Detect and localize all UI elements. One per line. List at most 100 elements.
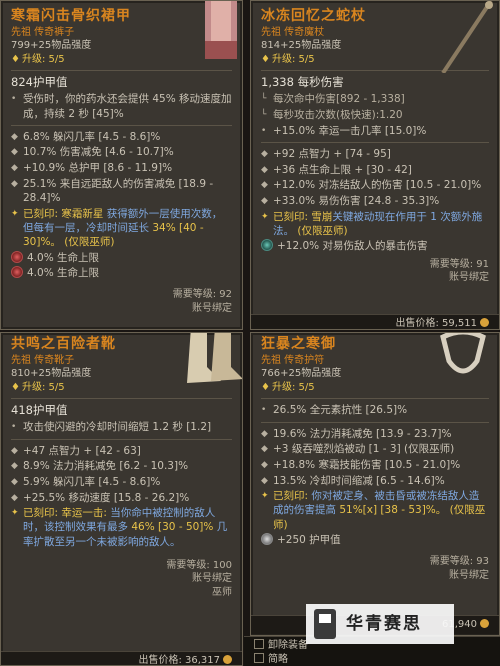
bullet-icon: ◆ — [261, 180, 268, 191]
affix-row: ◆ 5.9% 躲闪几率 [4.5 - 8.6]% — [11, 475, 161, 488]
bullet-icon: ◆ — [11, 147, 18, 158]
bullet-icon: ◆ — [11, 163, 18, 174]
bullet-icon: • — [11, 422, 17, 433]
emerald-gem-icon — [261, 239, 273, 252]
star-icon: ✦ — [261, 211, 269, 222]
affix-row: ◆ +36 点生命上限 + [30 - 42] — [261, 163, 412, 176]
pants-item-image — [197, 1, 242, 59]
aspect-row: ✦ 已刻印: 你对被定身、被击昏或被冻结敌人造成的伤害提高 51%[x] [38 … — [261, 490, 486, 531]
weapon-stat: └ 每次命中伤害[892 - 1,338] — [261, 93, 405, 106]
item-upgrade: ♦ 升级: 5/5 — [261, 381, 315, 393]
aspect-row: ✦ 已刻印: 寒霜新星 获得额外一层使用次数，但每有一层，冷却时间延长 34% [… — [11, 207, 223, 248]
divider — [11, 124, 232, 126]
socket-row: 4.0% 生命上限 — [11, 266, 232, 280]
affix-row: ◆ 8.9% 法力消耗减免 [6.2 - 10.3]% — [11, 460, 189, 473]
affix-row: ◆ +33.0% 易伤伤害 [24.8 - 35.3]% — [261, 194, 440, 207]
gold-coin-icon — [480, 619, 489, 628]
bullet-icon: ◆ — [11, 492, 18, 503]
affix-row: ◆ 6.8% 躲闪几率 [4.5 - 8.6]% — [11, 130, 161, 143]
affix-row: ◆ +3 级吞噬烈焰被动 [1 - 3] (仅限巫师) — [261, 443, 455, 456]
required-level: 需要等级: 100 — [166, 559, 232, 571]
affix-row: ◆ +47 点智力 + [42 - 63] — [11, 444, 141, 457]
armor-value: 418护甲值 — [11, 403, 68, 418]
item-card-pants[interactable]: 寒霜闪击骨织裙甲 先祖 传奇裤子 799+25物品强度 ♦ 升级: 5/5 824… — [0, 0, 243, 330]
bullet-icon: ◆ — [11, 476, 18, 487]
inherent-affix: • +15.0% 幸运一击几率 [15.0]% — [261, 124, 427, 137]
bullet-icon: ◆ — [261, 164, 268, 175]
boots-item-image — [181, 333, 242, 387]
divider — [11, 398, 232, 400]
aspect-row: ✦ 已刻印: 幸运一击: 当你命中被控制的敌人时，该控制效果有最多 46% [30… — [11, 507, 228, 548]
item-card-amulet[interactable]: 狂暴之寒御 先祖 传奇护符 766+25物品强度 ♦ 升级: 5/5 • 26.5%… — [250, 332, 500, 636]
class-requirement: 巫师 — [212, 586, 232, 598]
affix-row: ◆ 19.6% 法力消耗减免 [13.9 - 23.7]% — [261, 427, 452, 440]
affix-row: ◆ +25.5% 移动速度 [15.8 - 26.2]% — [11, 491, 190, 504]
diamond-icon: ♦ — [11, 53, 20, 65]
bullet-icon: ◆ — [261, 195, 268, 206]
diamond-icon: ♦ — [11, 381, 20, 393]
wand-item-image — [437, 1, 497, 75]
gold-coin-icon — [223, 655, 232, 664]
required-level: 需要等级: 93 — [429, 556, 489, 568]
divider — [11, 70, 232, 72]
star-icon: ✦ — [11, 508, 19, 519]
bullet-icon: ◆ — [11, 178, 18, 189]
divider — [261, 398, 489, 400]
bullet-icon: ◆ — [261, 475, 268, 486]
affix-row: ◆ +10.9% 总护甲 [8.6 - 11.9]% — [11, 162, 173, 175]
weapon-stat: └ 每秒攻击次数(极快速):1.20 — [261, 109, 403, 122]
compare-action[interactable]: 简略 — [254, 653, 288, 666]
compare-icon — [254, 653, 264, 663]
item-card-boots[interactable]: 共鸣之百险者靴 先祖 传奇靴子 810+25物品强度 ♦ 升级: 5/5 418护… — [0, 332, 243, 666]
ruby-gem-icon — [11, 250, 23, 263]
account-bound: 账号绑定 — [449, 272, 489, 284]
inherent-affix: • 26.5% 全元素抗性 [26.5]% — [261, 404, 408, 417]
armor-value: 824护甲值 — [11, 75, 68, 90]
amulet-item-image — [437, 333, 489, 381]
bullet-icon: • — [11, 94, 17, 105]
required-level: 需要等级: 92 — [172, 289, 232, 301]
affix-row: ◆ +12.0% 对冻结敌人的伤害 [10.5 - 21.0]% — [261, 179, 482, 192]
inherent-affix: • 受伤时，你的药水还会提供 45% 移动速度加成，持续 2 秒 [45]% — [11, 93, 232, 120]
bullet-icon: ◆ — [11, 131, 18, 142]
affix-row: ◆ 13.5% 冷却时间缩减 [6.5 - 14.6]% — [261, 474, 445, 487]
affix-row: ◆ +18.8% 寒霜技能伤害 [10.5 - 21.0]% — [261, 458, 461, 471]
socket-row: +250 护甲值 — [261, 533, 489, 547]
bullet-icon: ◆ — [261, 459, 268, 470]
bullet-icon: • — [261, 125, 267, 136]
diamond-icon: ♦ — [261, 381, 270, 393]
skull-gem-icon — [261, 533, 273, 546]
unequip-icon — [254, 639, 264, 649]
account-bound: 账号绑定 — [192, 302, 232, 314]
star-icon: ✦ — [11, 208, 19, 219]
star-icon: ✦ — [261, 491, 269, 502]
account-bound: 账号绑定 — [192, 573, 232, 585]
affix-row: ◆ 10.7% 伤害减免 [4.6 - 10.7]% — [11, 146, 174, 159]
bullet-icon: ◆ — [261, 148, 268, 159]
affix-row: ◆ +92 点智力 + [74 - 95] — [261, 147, 391, 160]
ruby-gem-icon — [11, 266, 23, 279]
bullet-icon: ◆ — [261, 428, 268, 439]
affix-row: ◆ 25.1% 来自远距敌人的伤害减免 [18.9 - 28.4]% — [11, 177, 214, 204]
socket-row: +12.0% 对易伤敌人的暴击伤害 — [261, 239, 489, 253]
bullet-icon: • — [261, 405, 267, 416]
watermark-banner: 华青赛思 — [306, 604, 454, 644]
diamond-icon: ♦ — [261, 53, 270, 65]
sell-price: 出售价格: 36,317 — [1, 651, 242, 665]
tree-branch-icon: └ — [261, 94, 267, 105]
aspect-row: ✦ 已刻印: 雪崩关键被动现在作用于 1 次额外施法。 (仅限巫师) — [261, 210, 483, 237]
bullet-icon: ◆ — [11, 461, 18, 472]
item-card-wand[interactable]: 冰冻回忆之蛇杖 先祖 传奇魔杖 814+25物品强度 ♦ 升级: 5/5 1,33… — [250, 0, 500, 330]
required-level: 需要等级: 91 — [429, 258, 489, 270]
divider — [261, 141, 489, 143]
tree-branch-icon: └ — [261, 110, 267, 121]
watermark-text: 华青赛思 — [346, 613, 422, 634]
gold-coin-icon — [480, 318, 489, 327]
socket-row: 4.0% 生命上限 — [11, 250, 232, 265]
sell-price: 出售价格: 59,511 — [251, 314, 499, 329]
unequip-action[interactable]: 卸除装备 — [254, 639, 308, 653]
account-bound: 账号绑定 — [449, 569, 489, 581]
divider — [261, 421, 489, 423]
bullet-icon: ◆ — [11, 445, 18, 456]
inherent-affix: • 攻击使闪避的冷却时间缩短 1.2 秒 [1.2] — [11, 421, 212, 434]
